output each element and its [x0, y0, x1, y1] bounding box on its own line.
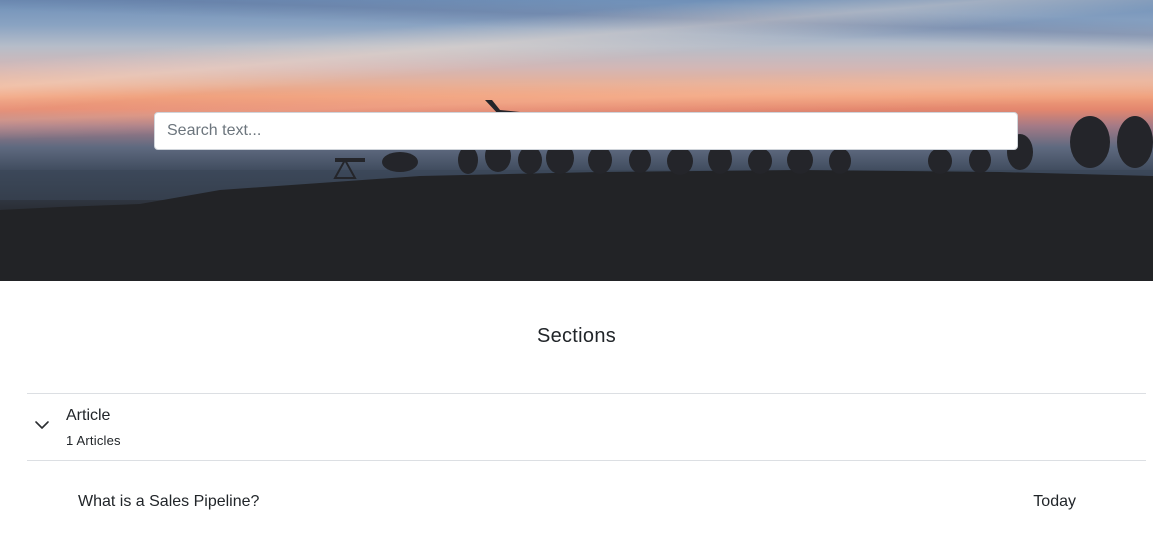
article-date: Today	[1033, 493, 1076, 510]
search-input[interactable]	[154, 112, 1018, 150]
article-title-link[interactable]: What is a Sales Pipeline?	[78, 493, 259, 511]
section-header-article[interactable]: Article 1 Articles	[27, 393, 1146, 461]
chevron-down-icon[interactable]	[33, 416, 51, 434]
sections-heading: Sections	[536, 325, 617, 347]
hero-banner	[0, 0, 1153, 281]
article-list-item[interactable]: What is a Sales Pipeline? Today	[27, 481, 1146, 523]
section-name: Article	[66, 407, 111, 424]
section-article-count: 1 Articles	[66, 433, 121, 448]
search-bar	[154, 112, 1018, 150]
